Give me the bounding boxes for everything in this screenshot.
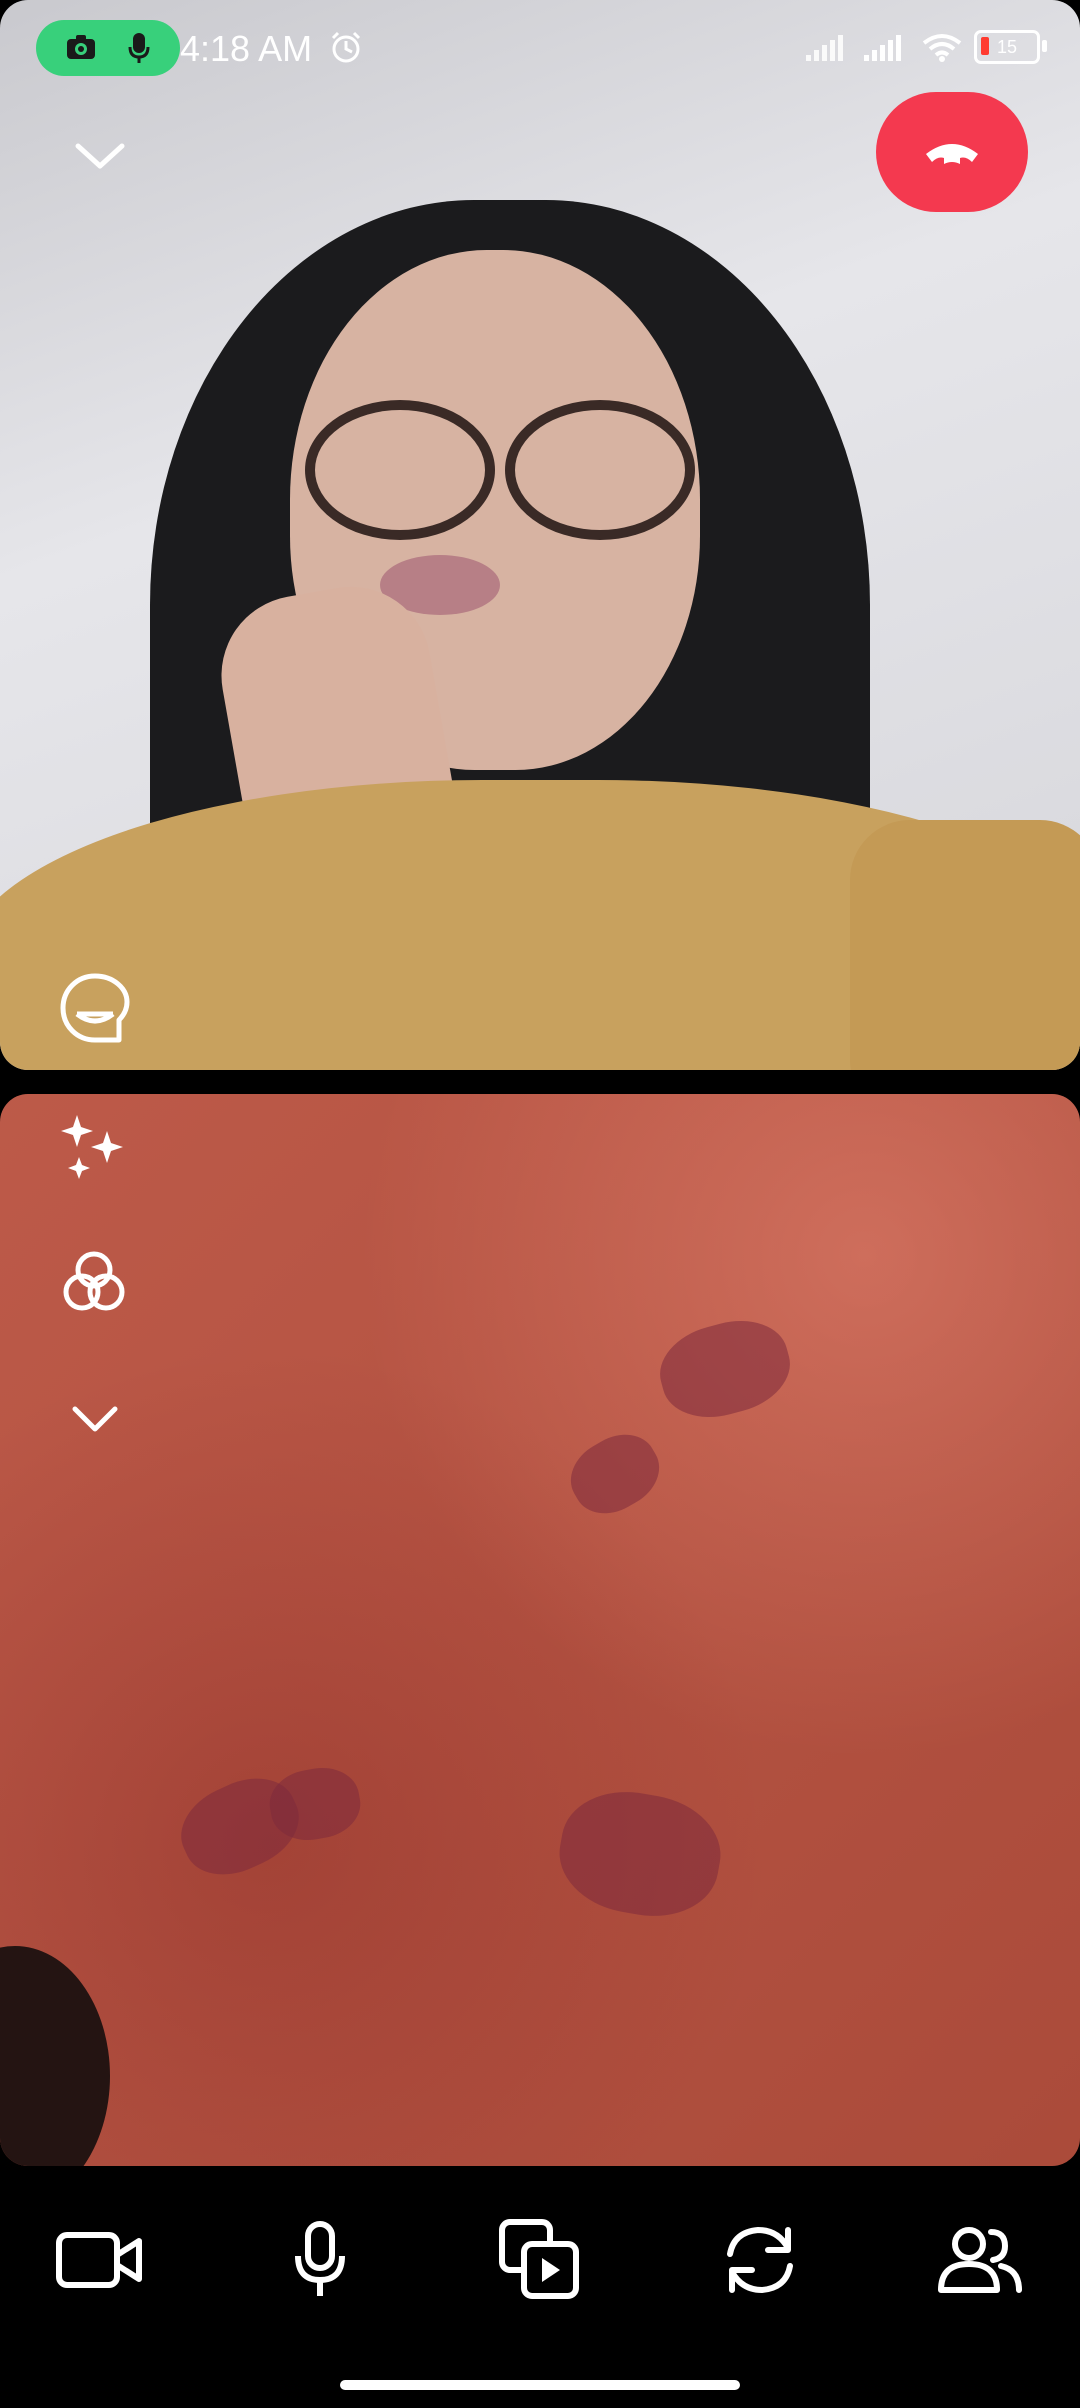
media-share-icon [499,2219,579,2299]
self-camera-video[interactable] [0,1094,1080,2166]
filters-button[interactable] [56,1244,132,1320]
toggle-camera-button[interactable] [40,2200,160,2320]
signal-icon [864,35,901,61]
alarm-icon [331,31,361,63]
microphone-icon [128,33,150,63]
wifi-icon [922,34,962,62]
battery-icon: 15 [974,30,1047,64]
status-right-icons: 15 [804,30,1047,64]
status-time: 4:18 AM [180,28,313,69]
participants-icon [938,2227,1022,2293]
home-indicator[interactable] [340,2380,740,2390]
expression-icon [60,973,130,1043]
share-media-button[interactable] [480,2200,600,2320]
participants-button[interactable] [920,2200,1040,2320]
privacy-indicator [36,20,180,76]
end-call-button[interactable] [876,92,1028,212]
chevron-down-icon [72,1406,118,1432]
signal-icon [806,35,843,61]
status-bar: 4:18 AM 15 [0,0,1080,100]
expression-effects-button[interactable] [50,965,140,1055]
flip-camera-button[interactable] [700,2200,820,2320]
remote-participant-sweater-right [850,820,1080,1070]
glasses-right-lens [505,400,695,540]
sparkles-effects-button[interactable] [56,1108,132,1184]
cloth-texture [0,1094,1080,2166]
sparkles-icon [61,1115,123,1179]
microphone-icon [295,2221,345,2296]
glasses-left-lens [305,400,495,540]
battery-fill [981,37,989,55]
battery-level: 15 [996,36,1018,57]
video-camera-icon [56,2232,142,2288]
more-effects-button[interactable] [60,1394,130,1444]
filters-icon [63,1251,125,1311]
flip-camera-icon [727,2226,793,2294]
camera-icon [67,35,96,59]
phone-hangup-icon [926,144,978,164]
toggle-microphone-button[interactable] [260,2200,380,2320]
call-controls-bar [0,2190,1080,2330]
chevron-down-icon [75,143,125,169]
minimize-call-button[interactable] [64,126,136,186]
